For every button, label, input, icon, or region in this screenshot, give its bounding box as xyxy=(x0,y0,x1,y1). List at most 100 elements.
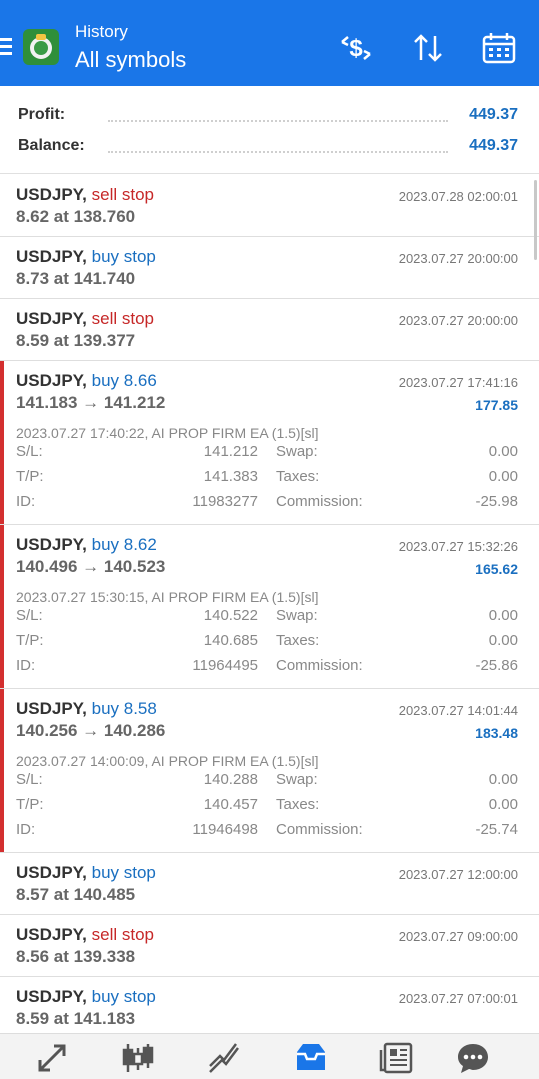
order-type: buy 8.66 xyxy=(91,371,157,390)
deal-item[interactable]: USDJPY, buy 8.66 141.183 → 141.212 2023.07… xyxy=(0,361,539,525)
detail-label: Swap: xyxy=(276,443,318,460)
order-item[interactable]: USDJPY, sell stop 8.56 at 139.338 2023.07.… xyxy=(0,915,539,977)
order-type: buy stop xyxy=(91,247,156,266)
item-comment: 2023.07.27 15:30:15, AI PROP FIRM EA (1.… xyxy=(16,589,319,605)
item-price-line: 8.57 at 140.485 xyxy=(16,885,136,904)
quotes-icon[interactable] xyxy=(34,1040,70,1076)
symbol-name: USDJPY, xyxy=(16,185,87,204)
balance-label: Balance: xyxy=(18,137,85,154)
detail-label: Commission: xyxy=(276,657,363,674)
detail-value: 11964495 xyxy=(192,657,258,674)
item-price-line: 8.59 at 139.377 xyxy=(16,331,136,350)
order-item[interactable]: USDJPY, sell stop 8.62 at 138.760 2023.07.… xyxy=(0,175,539,237)
symbol-name: USDJPY, xyxy=(16,987,87,1006)
item-profit: 165.62 xyxy=(475,561,518,577)
chat-icon[interactable] xyxy=(455,1040,491,1076)
item-time: 2023.07.27 12:00:00 xyxy=(398,867,518,882)
item-time: 2023.07.27 07:00:01 xyxy=(398,991,518,1006)
detail-value: 141.212 xyxy=(203,443,258,460)
detail-value: 0.00 xyxy=(488,796,518,813)
item-symbol: USDJPY, buy 8.58 xyxy=(16,699,157,719)
menu-icon[interactable] xyxy=(0,38,14,56)
item-profit: 177.85 xyxy=(475,397,518,413)
detail-row: T/P: 140.685 Taxes: 0.00 xyxy=(16,632,518,652)
item-time: 2023.07.27 20:00:00 xyxy=(398,313,518,328)
item-comment: 2023.07.27 17:40:22, AI PROP FIRM EA (1.… xyxy=(16,425,319,441)
detail-label: T/P: xyxy=(16,796,44,813)
symbol-name: USDJPY, xyxy=(16,309,87,328)
detail-value: 140.685 xyxy=(203,632,258,649)
currency-exchange-icon[interactable]: $ xyxy=(336,28,376,68)
item-time: 2023.07.27 09:00:00 xyxy=(398,929,518,944)
order-type: sell stop xyxy=(91,185,154,204)
detail-value: 140.457 xyxy=(203,796,258,813)
item-symbol: USDJPY, sell stop xyxy=(16,185,154,205)
detail-label: ID: xyxy=(16,657,36,674)
detail-label: Swap: xyxy=(276,771,318,788)
svg-text:$: $ xyxy=(349,35,363,62)
detail-value: -25.74 xyxy=(475,821,518,838)
item-price-line: 140.256 → 140.286 xyxy=(16,721,166,740)
detail-label: T/P: xyxy=(16,632,44,649)
detail-label: ID: xyxy=(16,493,36,510)
symbol-name: USDJPY, xyxy=(16,699,87,718)
header-subtitle: History xyxy=(75,22,128,41)
calendar-icon[interactable] xyxy=(479,28,519,68)
item-symbol: USDJPY, buy stop xyxy=(16,987,156,1007)
item-symbol: USDJPY, sell stop xyxy=(16,925,154,945)
profit-label: Profit: xyxy=(18,106,66,123)
order-item[interactable]: USDJPY, buy stop 8.57 at 140.485 2023.07.2… xyxy=(0,853,539,915)
item-symbol: USDJPY, buy stop xyxy=(16,247,156,267)
detail-value: 0.00 xyxy=(488,468,518,485)
detail-value: 0.00 xyxy=(488,771,518,788)
item-time: 2023.07.27 20:00:00 xyxy=(398,251,518,266)
dotted-leader xyxy=(108,151,448,153)
profit-value: 449.37 xyxy=(469,106,518,123)
trade-icon[interactable] xyxy=(206,1040,242,1076)
detail-row: S/L: 140.288 Swap: 0.00 xyxy=(16,771,518,791)
chart-icon[interactable] xyxy=(120,1040,156,1076)
order-type: buy 8.62 xyxy=(91,535,157,554)
history-icon[interactable] xyxy=(293,1040,329,1076)
news-icon[interactable] xyxy=(379,1040,415,1076)
item-symbol: USDJPY, buy 8.66 xyxy=(16,371,157,391)
app-header: History All symbols $ xyxy=(0,0,539,86)
deal-item[interactable]: USDJPY, buy 8.58 140.256 → 140.286 2023.07… xyxy=(0,689,539,853)
detail-row: T/P: 140.457 Taxes: 0.00 xyxy=(16,796,518,816)
detail-value: 0.00 xyxy=(488,632,518,649)
detail-value: 11946498 xyxy=(192,821,258,838)
order-item[interactable]: USDJPY, sell stop 8.59 at 139.377 2023.07.… xyxy=(0,299,539,361)
symbol-name: USDJPY, xyxy=(16,925,87,944)
order-item[interactable]: USDJPY, buy stop 8.59 at 141.183 2023.07.2… xyxy=(0,977,539,1039)
detail-value: 0.00 xyxy=(488,607,518,624)
item-time: 2023.07.27 14:01:44 xyxy=(398,703,518,718)
item-profit: 183.48 xyxy=(475,725,518,741)
history-list: USDJPY, sell stop 8.62 at 138.760 2023.07.… xyxy=(0,175,539,1039)
symbol-name: USDJPY, xyxy=(16,371,87,390)
detail-value: 140.522 xyxy=(203,607,258,624)
dotted-leader xyxy=(108,120,448,122)
scrollbar[interactable] xyxy=(534,180,537,260)
order-type: buy 8.58 xyxy=(91,699,157,718)
detail-row: S/L: 140.522 Swap: 0.00 xyxy=(16,607,518,627)
item-price-line: 8.59 at 141.183 xyxy=(16,1009,136,1028)
order-item[interactable]: USDJPY, buy stop 8.73 at 141.740 2023.07.2… xyxy=(0,237,539,299)
account-summary: Profit: 449.37 Balance: 449.37 xyxy=(0,86,539,174)
detail-value: -25.98 xyxy=(475,493,518,510)
detail-value: 11983277 xyxy=(192,493,258,510)
detail-value: -25.86 xyxy=(475,657,518,674)
item-price-line: 8.62 at 138.760 xyxy=(16,207,136,226)
detail-value: 140.288 xyxy=(203,771,258,788)
deal-item[interactable]: USDJPY, buy 8.62 140.496 → 140.523 2023.07… xyxy=(0,525,539,689)
app-logo xyxy=(22,28,60,66)
detail-label: ID: xyxy=(16,821,36,838)
sort-icon[interactable] xyxy=(408,28,448,68)
item-time: 2023.07.28 02:00:01 xyxy=(398,189,518,204)
detail-row: S/L: 141.212 Swap: 0.00 xyxy=(16,443,518,463)
detail-row: ID: 11983277 Commission: -25.98 xyxy=(16,493,518,513)
profit-row: Profit: 449.37 xyxy=(18,106,518,130)
detail-value: 141.383 xyxy=(203,468,258,485)
detail-row: T/P: 141.383 Taxes: 0.00 xyxy=(16,468,518,488)
header-title[interactable]: All symbols xyxy=(75,47,186,73)
order-type: sell stop xyxy=(91,309,154,328)
